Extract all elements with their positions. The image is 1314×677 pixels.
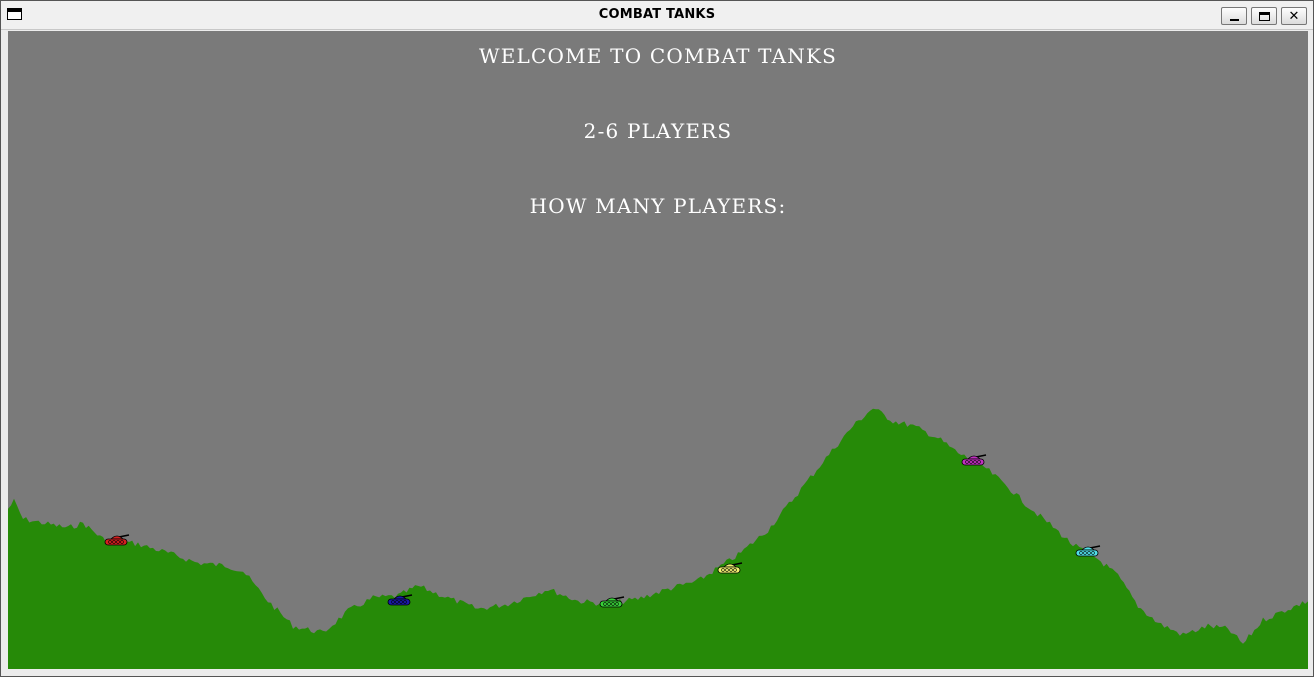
close-icon: ✕ [1288, 8, 1300, 24]
ground [8, 408, 1308, 669]
magenta-tank [960, 453, 988, 467]
red-tank [103, 533, 131, 547]
minimize-icon [1229, 19, 1239, 21]
player-count-prompt: HOW MANY PLAYERS: [529, 194, 787, 218]
welcome-text: WELCOME TO COMBAT TANKS [478, 44, 838, 68]
green-tank [598, 595, 626, 609]
title-bar[interactable]: COMBAT TANKS ✕ [1, 1, 1313, 30]
maximize-icon [1258, 11, 1270, 21]
cyan-tank [1074, 544, 1102, 558]
game-window: COMBAT TANKS ✕ WELCOME TO COMBAT TANKS 2… [0, 0, 1314, 677]
players-range-text: 2-6 PLAYERS [583, 119, 733, 143]
window-title: COMBAT TANKS [598, 7, 716, 22]
yellow-tank [716, 561, 744, 575]
minimize-button[interactable] [1221, 7, 1247, 25]
game-canvas[interactable]: WELCOME TO COMBAT TANKS 2-6 PLAYERS HOW … [8, 31, 1308, 669]
maximize-button[interactable] [1251, 7, 1277, 25]
close-button[interactable]: ✕ [1281, 7, 1307, 25]
blue-tank [386, 593, 414, 607]
